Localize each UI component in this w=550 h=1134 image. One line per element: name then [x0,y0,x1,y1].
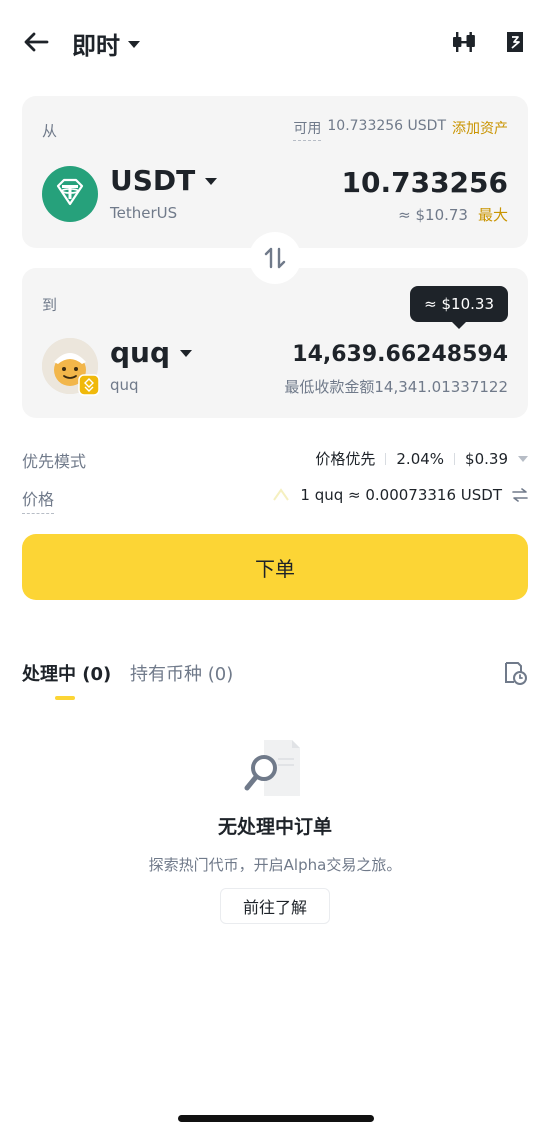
trade-mode-selector[interactable]: 即时 [72,26,140,61]
empty-title: 无处理中订单 [217,816,332,838]
chart-button[interactable] [450,28,480,56]
to-card: 到 ≈ $10.33 quq quq 14,639.66248594 最低收款金… [22,268,528,418]
divider [454,452,456,465]
learn-more-button[interactable]: 前往了解 [220,888,330,924]
chevron-down-icon [180,350,193,357]
price-rate-text: 1 quq ≈ 0.00073316 USDT [300,486,502,504]
arrow-left-icon [24,32,49,52]
price-rate: 1 quq ≈ 0.00073316 USDT [272,486,528,504]
bnb-chain-badge-icon [78,374,100,396]
page-title: 即时 [72,32,120,60]
from-coin-fullname: TetherUS [110,204,178,222]
price-loading-icon [273,488,290,501]
to-amount: 14,639.66248594 [292,342,508,367]
search-document-icon [244,740,300,796]
order-history-clock-icon[interactable] [502,660,528,686]
priority-percent: 2.04% [396,449,445,468]
swap-direction-button[interactable] [249,232,301,284]
from-amount-input[interactable]: 10.733256 [342,166,509,199]
chevron-down-icon [518,455,528,462]
usdt-logo [42,166,98,222]
quq-logo [42,338,100,396]
divider [385,452,387,465]
tether-icon [56,178,84,206]
priority-label: 优先模式 [22,452,87,471]
chevron-down-icon [205,178,218,185]
usd-estimate-tooltip: ≈ $10.33 [410,286,508,329]
min-receive-row: 最低收款金额14,341.01337122 [284,376,508,397]
tab-processing[interactable]: 处理中 (0) [22,660,111,686]
to-coin-name: quq [110,336,171,369]
min-receive-value: 最低收款金额14,341.01337122 [284,378,508,396]
swap-arrows-icon [264,247,286,269]
max-button[interactable]: 最大 [478,204,508,225]
from-coin-selector[interactable]: USDT [110,164,218,197]
from-usd-row: ≈ $10.73 最大 [398,204,508,225]
available-label: 可用 [293,118,322,141]
add-asset-link[interactable]: 添加资产 [452,118,508,141]
price-row: 价格 1 quq ≈ 0.00073316 USDT [22,482,528,514]
to-coin-selector[interactable]: quq [110,336,193,369]
priority-fee: $0.39 [465,449,508,468]
priority-row: 优先模式 价格优先 2.04% $0.39 [22,444,528,474]
price-label: 价格 [22,486,55,514]
chevron-down-icon [128,41,140,48]
place-order-button[interactable]: 下单 [22,534,528,600]
tab-holdings[interactable]: 持有币种 (0) [130,660,233,686]
from-card: 从 可用 10.733256 USDT 添加资产 USDT TetherUS 1… [22,96,528,248]
tab-active-indicator [55,696,75,700]
available-value: 10.733256 USDT [327,118,446,134]
orders-tabs: 处理中 (0) 持有币种 (0) [22,660,528,700]
to-coin-fullname: quq [110,376,139,394]
from-usd-value: ≈ $10.73 [398,205,468,224]
to-label: 到 [42,296,58,314]
back-button[interactable] [20,28,52,56]
invert-rate-icon[interactable] [512,488,528,502]
home-indicator [178,1115,374,1122]
order-history-button[interactable] [500,28,530,56]
from-coin-name: USDT [110,164,196,197]
order-history-icon [507,32,523,52]
priority-mode: 价格优先 [315,450,376,468]
candlestick-chart-icon [453,32,475,52]
from-label: 从 [42,122,58,140]
top-bar: 即时 [0,0,550,86]
available-balance: 可用 10.733256 USDT 添加资产 [293,118,508,141]
empty-subtitle: 探索热门代币，开启Alpha交易之旅。 [148,856,402,874]
priority-selector[interactable]: 价格优先 2.04% $0.39 [315,448,528,469]
